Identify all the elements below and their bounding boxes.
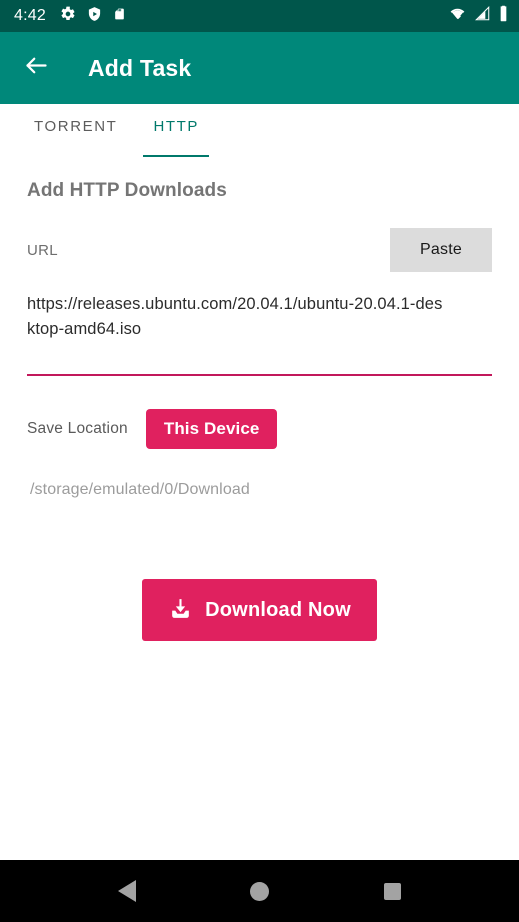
this-device-button[interactable]: This Device	[145, 409, 278, 449]
status-bar-right-icons	[448, 5, 509, 27]
nav-home-button[interactable]	[237, 868, 283, 914]
nav-recents-button[interactable]	[370, 868, 416, 914]
back-arrow-icon	[23, 52, 50, 84]
save-location-path: /storage/emulated/0/Download	[30, 481, 250, 498]
status-bar-clock: 4:42	[14, 7, 46, 24]
tab-http[interactable]: HTTP	[135, 104, 217, 157]
paste-button[interactable]: Paste	[390, 228, 492, 272]
shield-play-icon	[87, 6, 102, 27]
square-recents-icon	[384, 882, 401, 900]
download-button-wrap: Download Now	[27, 579, 492, 641]
wifi-icon	[448, 6, 467, 26]
download-icon	[168, 596, 193, 624]
download-now-label: Download Now	[205, 598, 351, 621]
url-row: URL Paste	[27, 228, 492, 272]
main-content: Add HTTP Downloads URL Paste https://rel…	[0, 180, 519, 641]
app-bar: Add Task	[0, 32, 519, 104]
tab-torrent-label: TORRENT	[34, 118, 118, 135]
save-location-label: Save Location	[27, 420, 128, 437]
system-navigation-bar	[0, 860, 519, 922]
status-bar: 4:42	[0, 0, 519, 32]
download-now-button[interactable]: Download Now	[142, 579, 377, 641]
triangle-back-icon	[117, 880, 136, 902]
save-location-row: Save Location This Device	[27, 409, 492, 449]
tab-bar: TORRENT HTTP	[0, 104, 519, 157]
cell-signal-icon	[474, 6, 491, 26]
app-screen: 4:42 Add Task TORRENT HTTP Add HTTP Down…	[0, 0, 519, 922]
url-input-underline	[27, 374, 492, 376]
url-label: URL	[27, 241, 58, 259]
battery-icon	[498, 5, 509, 27]
sd-card-icon	[113, 6, 126, 27]
url-input[interactable]: https://releases.ubuntu.com/20.04.1/ubun…	[27, 292, 492, 376]
nav-back-button[interactable]	[104, 868, 150, 914]
section-title: Add HTTP Downloads	[27, 180, 227, 201]
circle-home-icon	[250, 881, 269, 901]
gear-icon	[60, 6, 76, 27]
status-bar-left-icons	[60, 6, 126, 27]
page-title: Add Task	[88, 54, 192, 81]
back-button[interactable]	[22, 54, 50, 82]
tab-http-label: HTTP	[153, 118, 200, 135]
tab-torrent[interactable]: TORRENT	[16, 104, 135, 157]
tab-active-indicator	[143, 155, 210, 157]
url-input-value[interactable]: https://releases.ubuntu.com/20.04.1/ubun…	[27, 292, 449, 342]
